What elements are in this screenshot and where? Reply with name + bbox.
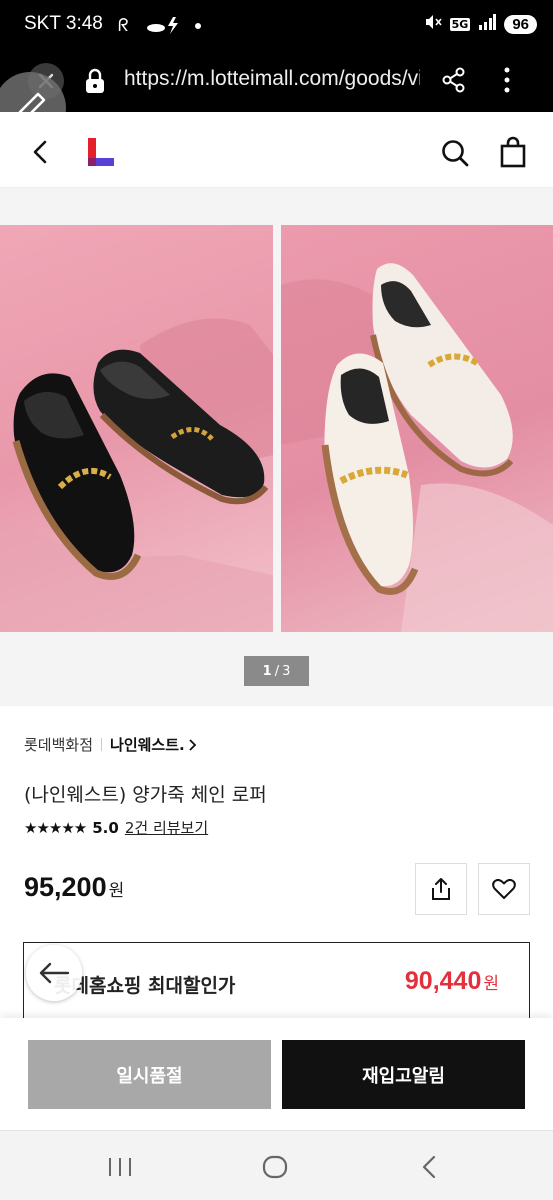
brand-divider: [101, 738, 103, 751]
product-title: (나인웨스트) 양가죽 체인 로퍼: [24, 784, 267, 806]
soldout-button[interactable]: 일시품절: [28, 1040, 271, 1109]
carrier-label: SKT: [24, 13, 61, 34]
product-photo-black-loafers[interactable]: [0, 225, 273, 632]
browser-menu-button[interactable]: [500, 66, 514, 98]
product-photo-white-loafers[interactable]: [281, 225, 553, 632]
system-back-button[interactable]: [418, 1155, 442, 1183]
rating-value: 5.0: [92, 818, 119, 837]
brand-link[interactable]: 나인웨스트.: [110, 734, 185, 755]
pager-total: 3: [282, 663, 291, 679]
lock-icon: [84, 68, 106, 98]
battery-indicator: 96: [504, 14, 537, 34]
rating-summary: ★★★★★ 5.0 2건 리뷰보기: [24, 817, 208, 838]
pager-current: 1: [262, 663, 272, 679]
home-button[interactable]: [261, 1155, 289, 1183]
discount-price: 90,440 원: [405, 967, 499, 996]
back-chevron-icon: [33, 140, 47, 164]
browser-toolbar: https://m.lotteimall.com/goods/viewGoods…: [0, 52, 553, 112]
brand-name: 나인웨스트.: [110, 736, 185, 754]
recent-apps-button[interactable]: [106, 1156, 134, 1182]
rating-stars-icon: ★★★★★: [24, 818, 87, 837]
browser-share-button[interactable]: [440, 66, 468, 98]
shopping-bag-icon: [500, 136, 526, 168]
cart-button[interactable]: [498, 136, 528, 172]
back-button[interactable]: [28, 138, 54, 170]
store-name: 롯데백화점: [24, 736, 94, 754]
search-icon: [442, 140, 469, 167]
brand-logo-svg: [88, 138, 114, 166]
floating-back-button[interactable]: [26, 945, 82, 1001]
wishlist-button[interactable]: [478, 863, 530, 915]
discount-price-currency: 원: [483, 974, 499, 994]
mute-icon: [424, 13, 442, 35]
signal-icon: [478, 14, 497, 34]
home-icon: [262, 1155, 288, 1179]
purchase-action-bar: 일시품절 재입고알림: [0, 1018, 553, 1130]
price-currency: 원: [108, 881, 125, 901]
status-right: 5G 96: [424, 13, 537, 35]
lotte-L-logo[interactable]: [88, 138, 114, 166]
white-loafers-illustration: [281, 263, 553, 632]
price-value: 95,200: [24, 872, 107, 902]
product-image-gallery[interactable]: 1 / 3: [0, 188, 553, 706]
back-icon: [422, 1155, 436, 1179]
notification-icons: ᖇ: [118, 14, 228, 41]
recent-apps-icon: [109, 1158, 131, 1176]
heart-icon: [492, 878, 516, 899]
network-badge: 5G: [449, 17, 471, 31]
arrow-left-icon: [39, 962, 70, 984]
status-bar: SKT 3:48 ᖇ 5G 96: [0, 0, 553, 52]
notification-icons-svg: ᖇ: [118, 15, 201, 36]
gallery-pager: 1 / 3: [244, 656, 309, 686]
review-link[interactable]: 2건 리뷰보기: [125, 817, 208, 838]
svg-text:ᖇ: ᖇ: [118, 15, 133, 36]
discount-price-value: 90,440: [404, 967, 482, 995]
share-icon: [432, 878, 450, 900]
brand-breadcrumb: 롯데백화점 나인웨스트.: [24, 734, 198, 755]
max-discount-box[interactable]: 롯데홈쇼핑 최대할인가 90,440 원: [23, 942, 530, 1022]
product-price: 95,200 원: [24, 872, 124, 903]
share-nodes-icon: [442, 67, 465, 93]
clock: 3:48: [65, 13, 103, 34]
search-button[interactable]: [440, 138, 470, 172]
product-share-button[interactable]: [415, 863, 467, 915]
black-loafers-illustration: [0, 318, 273, 632]
system-navigation-bar: [0, 1130, 553, 1200]
chevron-right-icon: [189, 738, 196, 751]
site-header: [0, 112, 553, 188]
status-carrier-time: SKT 3:48: [24, 13, 103, 35]
more-vert-icon: [504, 67, 510, 93]
pager-separator: /: [274, 663, 280, 679]
restock-alert-button[interactable]: 재입고알림: [282, 1040, 525, 1109]
url-field[interactable]: https://m.lotteimall.com/goods/viewGoods…: [124, 67, 420, 91]
